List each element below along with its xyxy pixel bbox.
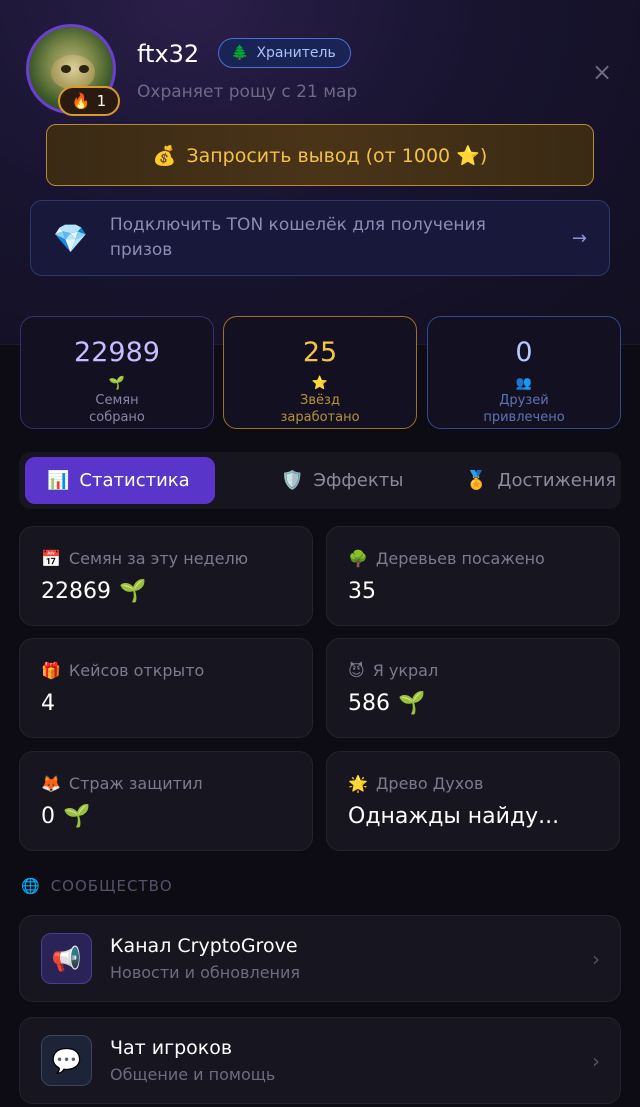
speech-bubble-icon: 💬 — [41, 1035, 92, 1086]
link-subtitle: Общение и помощь — [110, 1065, 276, 1084]
card-label: Кейсов открыто — [68, 660, 205, 680]
community-section-title: 🌐 СООБЩЕСТВО — [21, 877, 173, 895]
avatar-face — [51, 55, 95, 89]
sprout-icon: 🌱 — [108, 376, 126, 391]
tree-icon: 🌲 — [231, 45, 249, 61]
chart-icon: 📊 — [47, 470, 70, 491]
card-value: 586 — [348, 691, 390, 716]
stat-friends-invited: 0 👥 Друзей привлечено — [427, 316, 621, 429]
stat-seeds-collected: 22989 🌱 Семян собрано — [20, 316, 214, 429]
withdraw-button[interactable]: 💰 Запросить вывод (от 1000 ⭐) — [46, 124, 594, 186]
stat-value: 25 — [302, 337, 338, 368]
connect-ton-label: Подключить TON кошелёк для получения при… — [109, 215, 486, 260]
players-chat-link[interactable]: 💬 Чат игроков Общение и помощь › — [19, 1017, 621, 1104]
chevron-right-icon: › — [592, 1048, 600, 1073]
stat-label: 👥 Друзей привлечено — [483, 376, 565, 425]
close-icon[interactable]: × — [592, 58, 612, 86]
section-label: СООБЩЕСТВО — [50, 877, 173, 895]
card-value: Однажды найду... — [348, 804, 560, 829]
arrow-right-icon: → — [571, 227, 587, 249]
role-label: Хранитель — [256, 45, 336, 61]
stat-card-stolen: 😈 Я украл 586 🌱 — [326, 638, 620, 738]
stat-card-cases-opened: 🎁 Кейсов открыто 4 — [19, 638, 313, 738]
diamond-icon: 💎 — [53, 221, 88, 255]
globe-icon: 🌐 — [21, 877, 41, 895]
tab-achievements[interactable]: 🏅 Достижения — [465, 457, 616, 504]
tab-effects[interactable]: 🛡️ Эффекты — [281, 457, 403, 504]
link-title: Чат игроков — [110, 1037, 233, 1059]
devil-icon: 😈 — [348, 660, 365, 680]
gift-icon: 🎁 — [41, 660, 61, 680]
card-label: Я украл — [372, 660, 439, 680]
stat-value: 22989 — [74, 337, 160, 368]
stat-card-trees-planted: 🌳 Деревьев посажено 35 — [326, 526, 620, 626]
username: ftx32 — [137, 40, 200, 68]
fox-icon: 🦊 — [41, 773, 61, 793]
card-label: Семян за эту неделю — [68, 548, 249, 568]
calendar-icon: 📅 — [41, 548, 61, 568]
avatar-eye — [79, 65, 89, 73]
card-label: Древо Духов — [375, 773, 484, 793]
tab-label: Эффекты — [313, 470, 404, 491]
link-title: Канал CryptoGrove — [110, 935, 298, 957]
link-subtitle: Новости и обновления — [110, 963, 301, 982]
tab-label: Статистика — [79, 470, 190, 491]
megaphone-icon: 📢 — [41, 933, 92, 984]
tab-statistics[interactable]: 📊 Статистика — [25, 457, 215, 504]
shield-icon: 🛡️ — [281, 470, 304, 491]
profile-subtitle: Охраняет рощу с 21 мар — [137, 82, 358, 102]
sprout-icon: 🌱 — [63, 804, 91, 829]
card-value: 4 — [41, 691, 55, 716]
stat-label: 🌱 Семян собрано — [89, 376, 145, 425]
stat-card-guard-protected: 🦊 Страж защитил 0 🌱 — [19, 751, 313, 851]
connect-ton-wallet-button[interactable]: 💎 Подключить TON кошелёк для получения п… — [30, 200, 610, 276]
streak-count: 1 — [96, 92, 107, 110]
channel-link[interactable]: 📢 Канал CryptoGrove Новости и обновления… — [19, 915, 621, 1002]
tab-label: Достижения — [497, 470, 617, 491]
chevron-right-icon: › — [592, 946, 600, 971]
stat-card-spirit-tree: 🌟 Древо Духов Однажды найду... — [326, 751, 620, 851]
profile-tabs: 📊 Статистика 🛡️ Эффекты 🏅 Достижения — [19, 452, 621, 509]
fire-icon: 🔥 — [71, 92, 91, 110]
streak-badge: 🔥 1 — [58, 86, 120, 116]
money-bag-icon: 💰 — [152, 144, 177, 167]
withdraw-label: Запросить вывод (от 1000 ⭐) — [186, 144, 488, 167]
stat-label: ⭐ Звёзд заработано — [280, 376, 360, 425]
glowing-star-icon: 🌟 — [348, 773, 368, 793]
star-icon: ⭐ — [311, 376, 329, 391]
card-value: 0 — [41, 804, 55, 829]
card-label: Деревьев посажено — [375, 548, 545, 568]
stat-stars-earned: 25 ⭐ Звёзд заработано — [223, 316, 417, 429]
role-badge: 🌲 Хранитель — [218, 38, 351, 68]
sprout-icon: 🌱 — [119, 579, 147, 604]
avatar-eye — [61, 65, 71, 73]
stat-value: 0 — [515, 337, 533, 368]
medal-icon: 🏅 — [465, 470, 488, 491]
sprout-icon: 🌱 — [398, 691, 426, 716]
card-label: Страж защитил — [68, 773, 203, 793]
card-value: 22869 — [41, 579, 111, 604]
people-icon: 👥 — [515, 376, 533, 391]
stat-card-weekly-seeds: 📅 Семян за эту неделю 22869 🌱 — [19, 526, 313, 626]
card-value: 35 — [348, 579, 376, 604]
tree-icon: 🌳 — [348, 548, 368, 568]
